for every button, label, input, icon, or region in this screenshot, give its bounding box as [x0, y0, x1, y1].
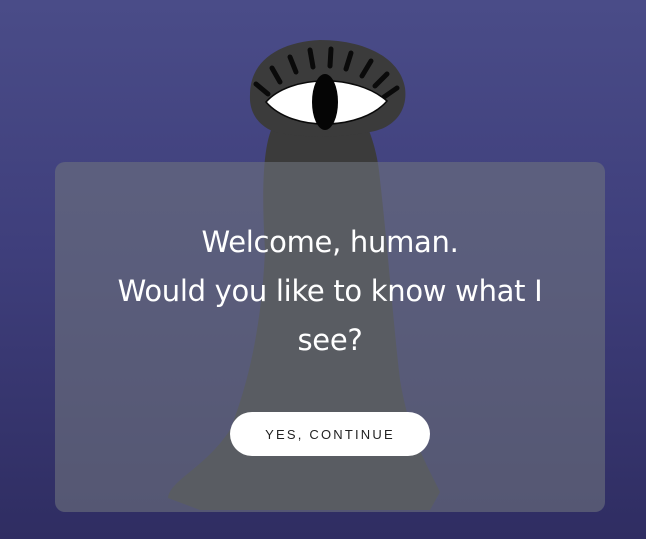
welcome-dialog: Welcome, human. Would you like to know w…: [55, 162, 605, 512]
question-text: Would you like to know what I see?: [117, 274, 543, 357]
continue-button[interactable]: YES, CONTINUE: [230, 412, 430, 456]
welcome-message: Welcome, human. Would you like to know w…: [55, 218, 605, 365]
greeting-text: Welcome, human.: [201, 225, 459, 259]
eye-pupil: [312, 74, 338, 130]
